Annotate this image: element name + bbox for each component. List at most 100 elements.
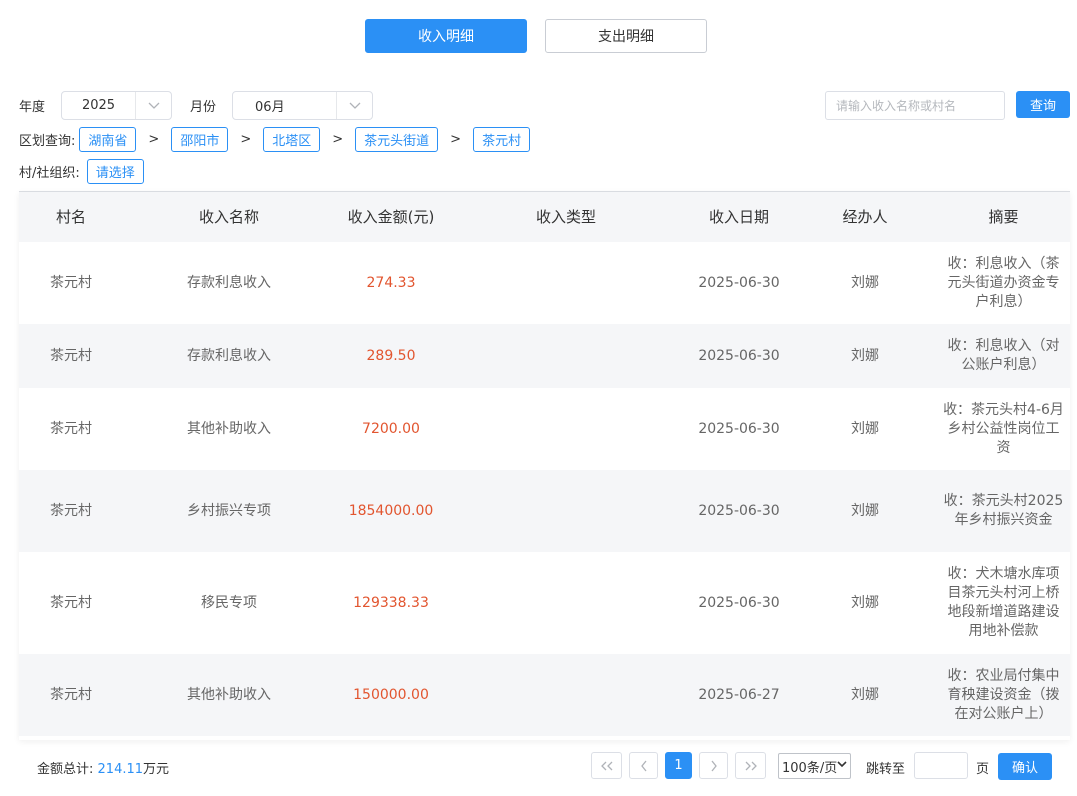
cell-summary: 收：农业局付集中育秧建设资金（拨在对公账户上） (947, 667, 1060, 722)
cell-summary: 收：茶元头村2025年乡村振兴资金 (943, 493, 1064, 528)
last-page-button[interactable] (735, 752, 766, 779)
total-value: 214.11 (97, 762, 144, 777)
pagination: 1 (591, 752, 773, 779)
cell-date: 2025-06-30 (698, 347, 780, 364)
table-row[interactable]: 茶元村 存款利息收入 289.50 2025-06-30 刘娜 收：利息收入（对… (19, 324, 1070, 388)
first-page-button[interactable] (591, 752, 622, 779)
cell-village: 茶元村 (50, 274, 92, 291)
chevron-down-icon (135, 92, 171, 119)
cell-handler: 刘娜 (851, 347, 879, 364)
header-summary: 摘要 (988, 207, 1019, 226)
year-label: 年度 (19, 100, 46, 115)
header-handler: 经办人 (842, 207, 888, 226)
jump-label: 跳转至 (866, 762, 906, 777)
year-value: 2025 (81, 98, 116, 113)
cell-summary: 收：利息收入（茶元头街道办资金专户利息） (947, 255, 1060, 310)
tab-income-detail[interactable]: 收入明细 (365, 19, 527, 53)
cell-income-name: 存款利息收入 (187, 347, 271, 364)
page-size-select[interactable]: 100条/页 (778, 753, 851, 779)
cell-summary: 收：犬木塘水库项目茶元头村河上桥地段新增道路建设用地补偿款 (947, 566, 1060, 639)
org-label: 村/社组织: (19, 166, 80, 181)
header-type: 收入类型 (535, 207, 596, 226)
chevron-down-icon (837, 758, 847, 773)
jump-page-input[interactable] (914, 752, 968, 779)
table-body: 茶元村 存款利息收入 274.33 2025-06-30 刘娜 收：利息收入（茶… (19, 242, 1070, 736)
header-income-name: 收入名称 (198, 207, 259, 226)
cell-amount: 274.33 (366, 274, 416, 291)
cell-summary: 收：茶元头村4-6月乡村公益性岗位工资 (943, 401, 1064, 456)
cell-date: 2025-06-27 (698, 686, 780, 703)
income-table: 村名 收入名称 收入金额(元) 收入类型 收入日期 经办人 摘要 茶元村 存款利… (19, 191, 1070, 740)
cell-date: 2025-06-30 (698, 594, 780, 611)
prev-page-button[interactable] (629, 752, 658, 779)
cell-amount: 129338.33 (353, 594, 429, 611)
table-row[interactable]: 茶元村 存款利息收入 274.33 2025-06-30 刘娜 收：利息收入（茶… (19, 242, 1070, 324)
cell-handler: 刘娜 (851, 594, 879, 611)
double-chevron-right-icon (745, 761, 757, 770)
header-village: 村名 (55, 207, 86, 226)
month-label: 月份 (190, 100, 217, 115)
chevron-right-icon (710, 760, 717, 771)
cell-village: 茶元村 (50, 502, 92, 519)
tab-expense-detail[interactable]: 支出明细 (545, 19, 707, 53)
cell-handler: 刘娜 (851, 274, 879, 291)
cell-summary: 收：利息收入（对公账户利息） (947, 338, 1060, 373)
region-tag-city[interactable]: 邵阳市 (171, 127, 229, 152)
cell-village: 茶元村 (50, 594, 92, 611)
region-filter-row: 区划查询: 湖南省 > 邵阳市 > 北塔区 > 茶元头街道 > 茶元村 (19, 127, 531, 152)
breadcrumb-separator: > (240, 132, 252, 147)
cell-income-name: 存款利息收入 (187, 274, 271, 291)
region-label: 区划查询: (19, 134, 76, 149)
month-value: 06月 (255, 100, 285, 115)
table-header: 村名 收入名称 收入金额(元) 收入类型 收入日期 经办人 摘要 (19, 192, 1070, 242)
breadcrumb-separator: > (332, 132, 344, 147)
year-select[interactable]: 2025 (61, 91, 173, 120)
region-tag-district[interactable]: 北塔区 (263, 127, 321, 152)
double-chevron-left-icon (600, 761, 612, 770)
tab-bar: 收入明细 支出明细 (365, 19, 707, 53)
cell-handler: 刘娜 (851, 502, 879, 519)
region-tag-street[interactable]: 茶元头街道 (355, 127, 439, 152)
month-select[interactable]: 06月 (232, 91, 374, 120)
search-button[interactable]: 查询 (1016, 91, 1070, 118)
table-row[interactable]: 茶元村 乡村振兴专项 1854000.00 2025-06-30 刘娜 收：茶元… (19, 470, 1070, 552)
cell-income-name: 其他补助收入 (187, 420, 271, 437)
cell-date: 2025-06-30 (698, 274, 780, 291)
org-select-button[interactable]: 请选择 (86, 159, 144, 184)
page-unit-label: 页 (976, 762, 990, 777)
table-row[interactable]: 茶元村 其他补助收入 7200.00 2025-06-30 刘娜 收：茶元头村4… (19, 388, 1070, 470)
cell-handler: 刘娜 (851, 420, 879, 437)
region-tag-province[interactable]: 湖南省 (79, 127, 137, 152)
page-size-value: 100条/页 (782, 760, 838, 776)
chevron-left-icon (640, 760, 647, 771)
total-unit: 万元 (143, 762, 170, 777)
org-filter-row: 村/社组织: 请选择 (19, 159, 144, 184)
table-footer: 金额总计: 214.11万元 1 100条/页 跳转至 页 确认 (0, 752, 1077, 782)
chevron-down-icon (336, 92, 372, 119)
confirm-button[interactable]: 确认 (998, 753, 1052, 780)
cell-income-name: 乡村振兴专项 (187, 502, 271, 519)
cell-amount: 150000.00 (353, 686, 429, 703)
header-date: 收入日期 (708, 207, 769, 226)
region-tag-village[interactable]: 茶元村 (473, 127, 531, 152)
cell-village: 茶元村 (50, 347, 92, 364)
cell-village: 茶元村 (50, 420, 92, 437)
cell-village: 茶元村 (50, 686, 92, 703)
next-page-button[interactable] (699, 752, 728, 779)
cell-date: 2025-06-30 (698, 420, 780, 437)
header-amount: 收入金额(元) (347, 207, 435, 226)
table-row[interactable]: 茶元村 其他补助收入 150000.00 2025-06-27 刘娜 收：农业局… (19, 654, 1070, 736)
cell-income-name: 移民专项 (201, 594, 257, 611)
page-number-button[interactable]: 1 (665, 752, 692, 779)
cell-date: 2025-06-30 (698, 502, 780, 519)
cell-handler: 刘娜 (851, 686, 879, 703)
breadcrumb-separator: > (450, 132, 462, 147)
breadcrumb-separator: > (148, 132, 160, 147)
total-label: 金额总计: (37, 762, 94, 777)
cell-amount: 1854000.00 (348, 502, 434, 519)
cell-amount: 289.50 (366, 347, 416, 364)
cell-income-name: 其他补助收入 (187, 686, 271, 703)
cell-amount: 7200.00 (362, 420, 420, 437)
search-input[interactable]: 请输入收入名称或村名 (825, 91, 1005, 120)
table-row[interactable]: 茶元村 移民专项 129338.33 2025-06-30 刘娜 收：犬木塘水库… (19, 552, 1070, 654)
